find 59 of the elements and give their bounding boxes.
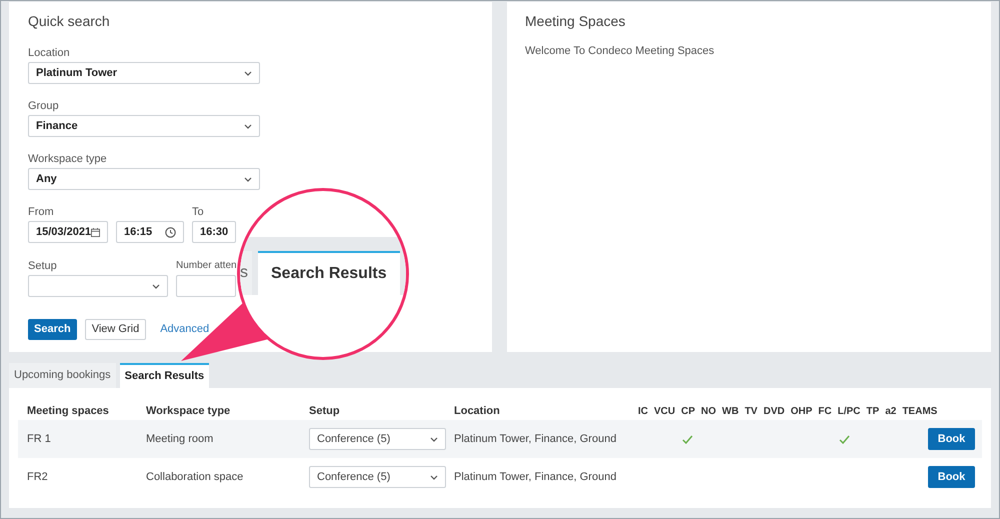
- column-header: a2: [885, 405, 896, 419]
- column-header: VCU: [654, 405, 676, 419]
- column-header: Workspace type: [146, 404, 232, 420]
- chevron-down-icon: [152, 284, 160, 288]
- column-header: Location: [454, 404, 501, 420]
- column-header: TEAMS: [902, 405, 938, 419]
- chevron-down-icon: [244, 70, 252, 76]
- time-field[interactable]: 16:30: [192, 221, 236, 243]
- column-header: L/PC: [838, 405, 860, 419]
- welcome-text: Welcome To Condeco Meeting Spaces: [525, 44, 716, 59]
- advanced-link[interactable]: Advanced: [160, 319, 210, 340]
- chevron-down-icon: [430, 436, 438, 442]
- column-header: CP: [681, 405, 696, 419]
- search-button[interactable]: Search: [28, 319, 77, 340]
- column-header: DVD: [763, 405, 785, 419]
- column-header: WB: [722, 405, 739, 419]
- field-label: Number atten: [176, 259, 237, 273]
- date-field[interactable]: 15/03/2021: [28, 221, 108, 243]
- table-cell-text: FR 1: [27, 432, 52, 447]
- chevron-down-icon: [244, 176, 252, 182]
- calendar-icon: [91, 226, 100, 238]
- field-label: From: [28, 205, 55, 219]
- chevron-down-icon: [244, 124, 252, 128]
- book-button[interactable]: Book: [928, 466, 975, 488]
- field-label: Location: [28, 46, 71, 60]
- dropdown-field[interactable]: Any: [28, 168, 260, 190]
- table-row[interactable]: FR 1 Meeting room Conference (5) Platinum Tower, Finance, Ground Book: [18, 420, 982, 458]
- field-label: Group: [28, 99, 60, 113]
- field-label: Setup: [28, 259, 58, 273]
- table-cell-text: Meeting room: [146, 432, 214, 447]
- dropdown-field[interactable]: Platinum Tower: [28, 62, 260, 84]
- column-header: Setup: [309, 404, 341, 420]
- chevron-down-icon: [430, 474, 438, 480]
- column-header: TP: [866, 405, 880, 419]
- table-cell-text: Collaboration space: [146, 470, 244, 485]
- column-header: Meeting spaces: [27, 404, 110, 420]
- column-header: TV: [744, 405, 758, 419]
- panel-title: Meeting Spaces: [525, 13, 626, 29]
- column-header: OHP: [790, 405, 812, 419]
- field-label: Workspace type: [28, 152, 108, 166]
- field-label: To: [192, 205, 205, 219]
- input-field[interactable]: [176, 275, 236, 297]
- time-field[interactable]: 16:15: [116, 221, 184, 243]
- dropdown-field[interactable]: [28, 275, 168, 297]
- setup-dropdown[interactable]: Conference (5): [309, 466, 446, 488]
- book-button[interactable]: Book: [928, 428, 975, 450]
- table-cell-text: FR2: [27, 470, 49, 485]
- column-header: NO: [701, 405, 716, 419]
- table-cell-text: Platinum Tower, Finance, Ground: [454, 470, 618, 485]
- panel-title: Quick search: [28, 13, 111, 29]
- column-header: FC: [818, 405, 832, 419]
- tab[interactable]: Search Results: [120, 363, 210, 388]
- column-header: IC: [638, 405, 648, 419]
- tab[interactable]: Upcoming bookings: [9, 363, 116, 388]
- table-cell-text: Platinum Tower, Finance, Ground: [454, 432, 618, 447]
- view-grid-button[interactable]: View Grid: [84, 319, 146, 340]
- clock-icon: [165, 226, 176, 238]
- dropdown-field[interactable]: Finance: [28, 115, 260, 137]
- setup-dropdown[interactable]: Conference (5): [309, 428, 446, 450]
